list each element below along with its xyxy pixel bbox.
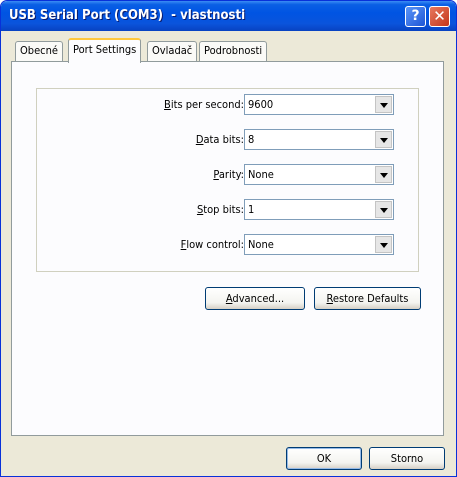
stop-bits-label: Stop bits: — [196, 203, 244, 216]
close-icon: ✕ — [433, 7, 446, 25]
parity-value: None — [248, 168, 274, 181]
stop-bits-value: 1 — [248, 203, 255, 216]
stop-bits-select[interactable]: 1 — [244, 199, 394, 220]
advanced-button[interactable]: Advanced... — [205, 287, 305, 310]
parity-select[interactable]: None — [244, 164, 394, 185]
properties-window: USB Serial Port (COM3) - vlastnosti ? ✕ … — [0, 0, 457, 477]
window-title: USB Serial Port (COM3) - vlastnosti — [9, 8, 246, 23]
chevron-down-icon[interactable] — [375, 166, 392, 183]
title-bar[interactable]: USB Serial Port (COM3) - vlastnosti ? ✕ — [1, 1, 456, 31]
flow-control-label: Flow control: — [180, 238, 244, 251]
help-icon: ? — [411, 8, 420, 24]
chevron-down-icon[interactable] — [375, 201, 392, 218]
tab-general[interactable]: Obecné — [15, 41, 63, 61]
tab-port-settings[interactable]: Port Settings — [68, 38, 142, 63]
tab-panel: Bits per second: 9600 Data bits: 8 Parit… — [11, 61, 444, 436]
parity-label: Parity: — [213, 168, 244, 181]
data-bits-value: 8 — [248, 133, 255, 146]
data-bits-label: Data bits: — [195, 133, 244, 146]
data-bits-select[interactable]: 8 — [244, 129, 394, 150]
tab-details[interactable]: Podrobnosti — [199, 41, 268, 61]
ok-button[interactable]: OK — [286, 447, 362, 470]
bits-per-second-value: 9600 — [248, 98, 274, 111]
flow-control-value: None — [248, 238, 274, 251]
chevron-down-icon[interactable] — [375, 236, 392, 253]
chevron-down-icon[interactable] — [375, 131, 392, 148]
restore-defaults-button[interactable]: Restore Defaults — [314, 287, 421, 310]
chevron-down-icon[interactable] — [375, 96, 392, 113]
help-button[interactable]: ? — [405, 6, 426, 27]
cancel-button[interactable]: Storno — [369, 447, 445, 470]
bits-per-second-label: Bits per second: — [164, 98, 244, 111]
bits-per-second-select[interactable]: 9600 — [244, 94, 394, 115]
flow-control-select[interactable]: None — [244, 234, 394, 255]
close-button[interactable]: ✕ — [429, 6, 450, 27]
tab-driver[interactable]: Ovladač — [147, 41, 198, 61]
